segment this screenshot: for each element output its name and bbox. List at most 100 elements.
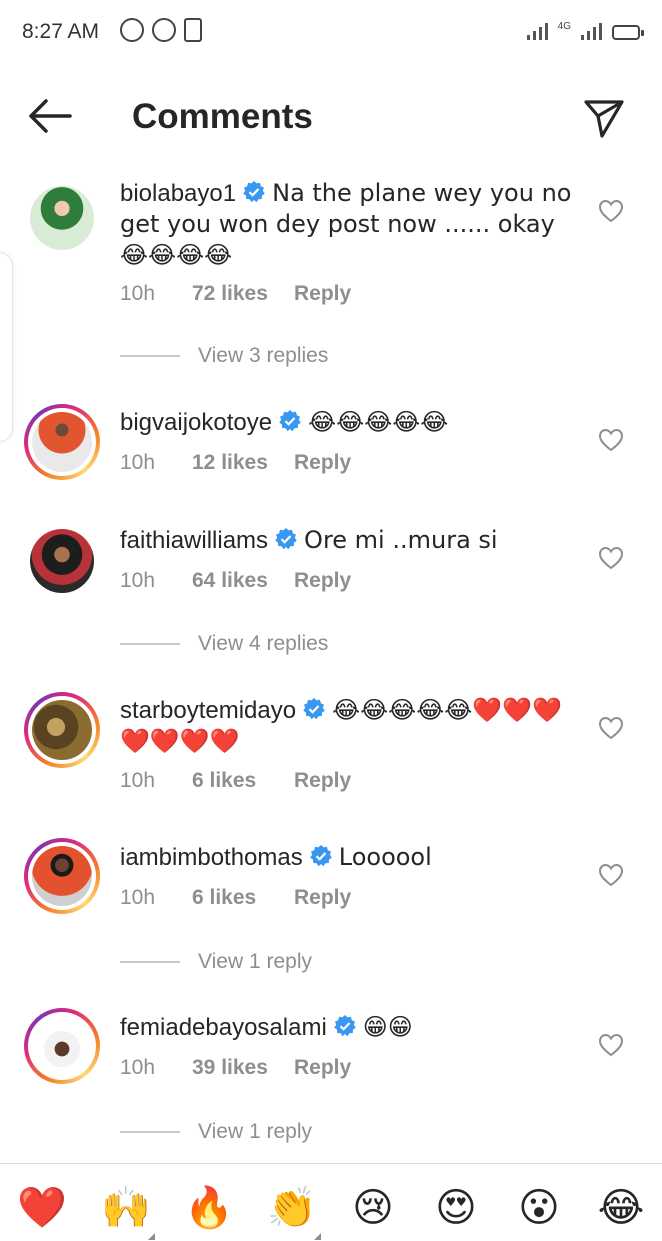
status-right: 4G	[526, 20, 644, 40]
view-replies-link[interactable]: View 1 reply	[120, 950, 312, 974]
view-replies-link[interactable]: View 3 replies	[120, 344, 328, 368]
comment-username[interactable]: biolabayo1	[120, 180, 236, 207]
like-heart-icon[interactable]	[598, 1033, 624, 1057]
avatar[interactable]	[24, 838, 100, 914]
avatar-image	[32, 412, 92, 472]
comment-likes[interactable]: 6 likes	[192, 886, 294, 910]
reply-button[interactable]: Reply	[294, 282, 351, 306]
direct-share-icon[interactable]	[582, 96, 626, 140]
reply-button[interactable]: Reply	[294, 569, 351, 593]
status-time: 8:27 AM	[22, 20, 100, 43]
comment-username[interactable]: faithiawilliams	[120, 527, 268, 554]
verified-badge-icon	[279, 410, 301, 432]
view-replies-divider	[120, 1131, 180, 1133]
comment-body: femiadebayosalami 😁😁	[120, 1012, 590, 1043]
avatar-image	[32, 846, 92, 906]
laughing-tears-reaction-icon[interactable]: 😂	[597, 1184, 645, 1232]
whatsapp-icon	[120, 18, 144, 42]
view-replies-link[interactable]: View 4 replies	[120, 632, 328, 656]
comment-meta: 10h 39 likes Reply	[120, 1056, 351, 1080]
comment-body: biolabayo1 Na the plane wey you no get yo…	[120, 178, 590, 271]
comment-text: 😁😁	[362, 1013, 413, 1041]
network-type: 4G	[557, 21, 571, 32]
like-heart-icon[interactable]	[598, 716, 624, 740]
comment-time: 10h	[120, 769, 156, 792]
comment-username[interactable]: starboytemidayo	[120, 697, 296, 724]
comment-likes[interactable]: 39 likes	[192, 1056, 294, 1080]
avatar-image	[30, 186, 94, 250]
view-replies-divider	[120, 961, 180, 963]
comment-time: 10h	[120, 886, 156, 909]
comment-time: 10h	[120, 1056, 156, 1079]
comment-username[interactable]: iambimbothomas	[120, 844, 303, 871]
comment-text: Ore mi ..mura si	[304, 526, 498, 554]
comment-meta: 10h 12 likes Reply	[120, 451, 351, 475]
like-heart-icon[interactable]	[598, 428, 624, 452]
comment-text: Loooool	[338, 843, 432, 871]
heart-reaction-icon[interactable]: ❤️	[17, 1184, 67, 1232]
verified-badge-icon	[243, 181, 265, 203]
heart-eyes-reaction-icon[interactable]: 😍	[432, 1184, 480, 1232]
verified-badge-icon	[303, 698, 325, 720]
view-replies-label: View 3 replies	[198, 344, 329, 367]
avatar[interactable]	[24, 404, 100, 480]
avatar-image	[32, 1016, 92, 1076]
comment-likes[interactable]: 72 likes	[192, 282, 294, 306]
comment-meta: 10h 6 likes Reply	[120, 886, 351, 910]
view-replies-label: View 1 reply	[198, 1120, 313, 1143]
view-replies-label: View 4 replies	[198, 632, 329, 655]
comment-likes[interactable]: 12 likes	[192, 451, 294, 475]
like-heart-icon[interactable]	[598, 199, 624, 223]
avatar[interactable]	[24, 523, 100, 599]
signal-icon	[526, 20, 548, 40]
reply-button[interactable]: Reply	[294, 1056, 351, 1080]
back-arrow-icon[interactable]	[24, 96, 76, 136]
comment-meta: 10h 6 likes Reply	[120, 769, 351, 793]
comment-text: 😂😂😂😂😂	[308, 408, 449, 436]
comment-time: 10h	[120, 451, 156, 474]
like-heart-icon[interactable]	[598, 546, 624, 570]
app-notification-icon	[152, 18, 176, 42]
view-replies-label: View 1 reply	[198, 950, 313, 973]
reply-button[interactable]: Reply	[294, 769, 351, 793]
comment-body: iambimbothomas Loooool	[120, 842, 590, 873]
crying-face-reaction-icon[interactable]: 😢	[349, 1184, 397, 1232]
comment-meta: 10h 72 likes Reply	[120, 282, 351, 306]
comment-likes[interactable]: 64 likes	[192, 569, 294, 593]
avatar-image	[32, 700, 92, 760]
battery-icon	[612, 25, 644, 40]
comment-username[interactable]: femiadebayosalami	[120, 1014, 327, 1041]
notification-icons	[120, 18, 202, 42]
comment-body: bigvaijokotoye 😂😂😂😂😂	[120, 407, 590, 438]
like-heart-icon[interactable]	[598, 863, 624, 887]
view-replies-divider	[120, 643, 180, 645]
avatar[interactable]	[24, 1008, 100, 1084]
comment-time: 10h	[120, 569, 156, 592]
verified-badge-icon	[309, 845, 332, 867]
comment-body: faithiawilliams Ore mi ..mura si	[120, 525, 590, 556]
comment-meta: 10h 64 likes Reply	[120, 569, 351, 593]
avatar[interactable]	[24, 692, 100, 768]
verified-badge-icon	[333, 1015, 356, 1037]
comment-likes[interactable]: 6 likes	[192, 769, 294, 793]
view-replies-link[interactable]: View 1 reply	[120, 1120, 312, 1144]
header: Comments	[0, 70, 662, 162]
avatar-image	[30, 529, 94, 593]
page-title: Comments	[132, 97, 313, 136]
reply-button[interactable]: Reply	[294, 451, 351, 475]
comment-body: starboytemidayo 😂😂😂😂😂❤️❤️❤️❤️❤️❤️❤️	[120, 695, 590, 757]
download-icon	[184, 18, 202, 42]
quick-reaction-bar: ❤️ 🙌 🔥 👏 😢 😍 😮 😂	[0, 1163, 662, 1241]
status-bar: 8:27 AM 4G	[0, 0, 662, 66]
comment-time: 10h	[120, 282, 156, 305]
surprised-face-reaction-icon[interactable]: 😮	[515, 1184, 563, 1232]
raised-hands-reaction-icon[interactable]: 🙌	[101, 1184, 155, 1240]
view-replies-divider	[120, 355, 180, 357]
fire-reaction-icon[interactable]: 🔥	[184, 1184, 234, 1232]
avatar[interactable]	[24, 180, 100, 256]
clapping-hands-reaction-icon[interactable]: 👏	[267, 1184, 321, 1240]
reply-button[interactable]: Reply	[294, 886, 351, 910]
side-edge-handle[interactable]	[0, 252, 13, 442]
comment-username[interactable]: bigvaijokotoye	[120, 409, 272, 436]
signal-icon-2	[581, 20, 602, 40]
